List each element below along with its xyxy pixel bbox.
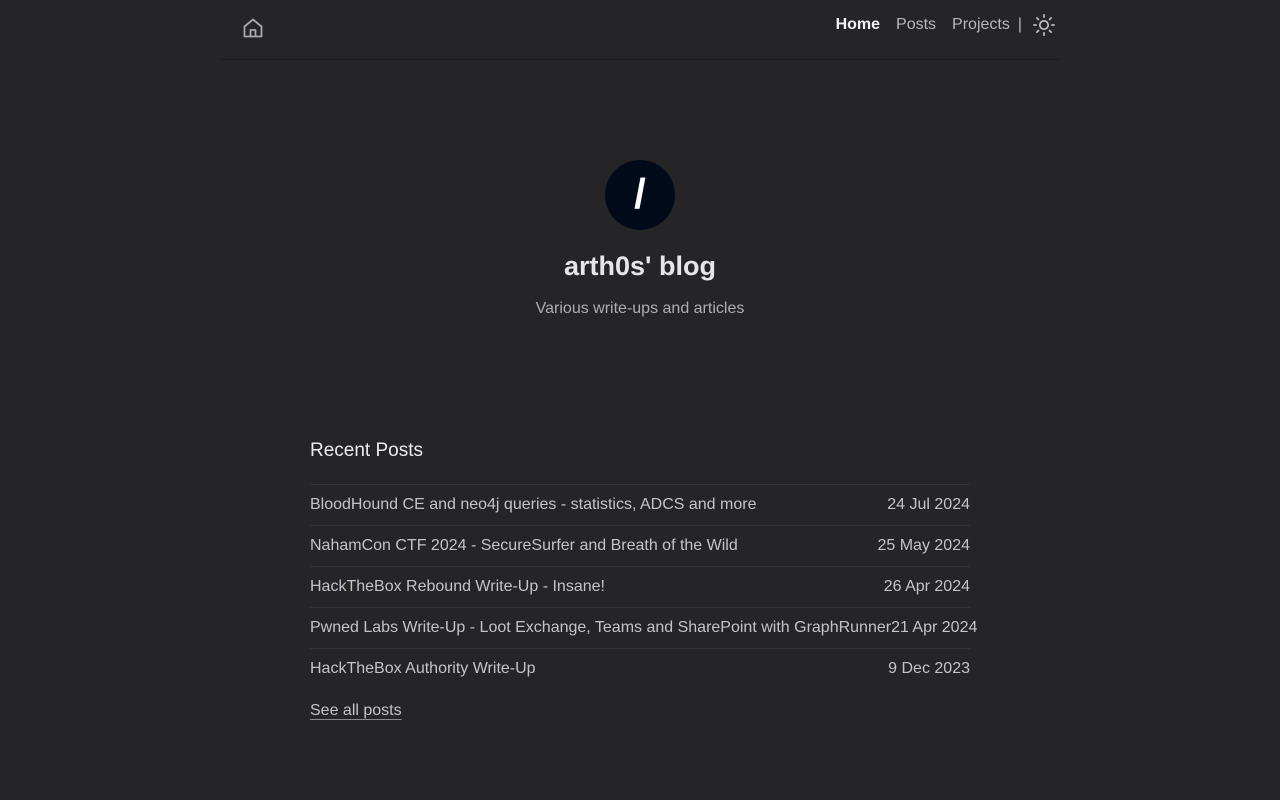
recent-posts-heading: Recent Posts bbox=[310, 440, 423, 461]
nav-projects-link[interactable]: Projects bbox=[952, 13, 1010, 37]
post-title[interactable]: BloodHound CE and neo4j queries - statis… bbox=[310, 496, 756, 514]
avatar-glyph: / bbox=[634, 170, 646, 217]
main-nav: Home Posts Projects | bbox=[836, 13, 1056, 37]
post-title[interactable]: NahamCon CTF 2024 - SecureSurfer and Bre… bbox=[310, 537, 738, 555]
post-row[interactable]: HackTheBox Rebound Write-Up - Insane! 26… bbox=[310, 567, 970, 608]
post-row[interactable]: HackTheBox Authority Write-Up 9 Dec 2023 bbox=[310, 649, 970, 689]
site-header: Home Posts Projects | bbox=[220, 0, 1060, 60]
home-icon[interactable] bbox=[241, 16, 265, 40]
site-title: arth0s' blog bbox=[564, 251, 716, 281]
post-date: 25 May 2024 bbox=[877, 537, 970, 554]
nav-home-link[interactable]: Home bbox=[836, 13, 880, 37]
post-row[interactable]: BloodHound CE and neo4j queries - statis… bbox=[310, 485, 970, 526]
site-description: Various write-ups and articles bbox=[535, 300, 745, 317]
recent-posts-section: Recent Posts BloodHound CE and neo4j que… bbox=[310, 438, 977, 720]
post-date: 24 Jul 2024 bbox=[887, 496, 970, 513]
nav-separator: | bbox=[1017, 16, 1022, 33]
post-date: 9 Dec 2023 bbox=[888, 660, 970, 677]
nav-posts-link[interactable]: Posts bbox=[896, 13, 936, 37]
post-list: BloodHound CE and neo4j queries - statis… bbox=[310, 484, 977, 689]
post-date: 26 Apr 2024 bbox=[883, 578, 970, 595]
avatar: / bbox=[605, 160, 675, 230]
post-row[interactable]: NahamCon CTF 2024 - SecureSurfer and Bre… bbox=[310, 526, 970, 567]
post-title[interactable]: HackTheBox Authority Write-Up bbox=[310, 660, 536, 678]
post-title[interactable]: HackTheBox Rebound Write-Up - Insane! bbox=[310, 578, 605, 596]
hero-section: / arth0s' blog Various write-ups and art… bbox=[0, 160, 1280, 320]
post-date: 21 Apr 2024 bbox=[891, 619, 978, 636]
see-all-posts-link[interactable]: See all posts bbox=[310, 702, 402, 720]
post-title[interactable]: Pwned Labs Write-Up - Loot Exchange, Tea… bbox=[310, 619, 891, 637]
post-row[interactable]: Pwned Labs Write-Up - Loot Exchange, Tea… bbox=[310, 608, 977, 649]
sun-icon[interactable] bbox=[1032, 13, 1056, 37]
